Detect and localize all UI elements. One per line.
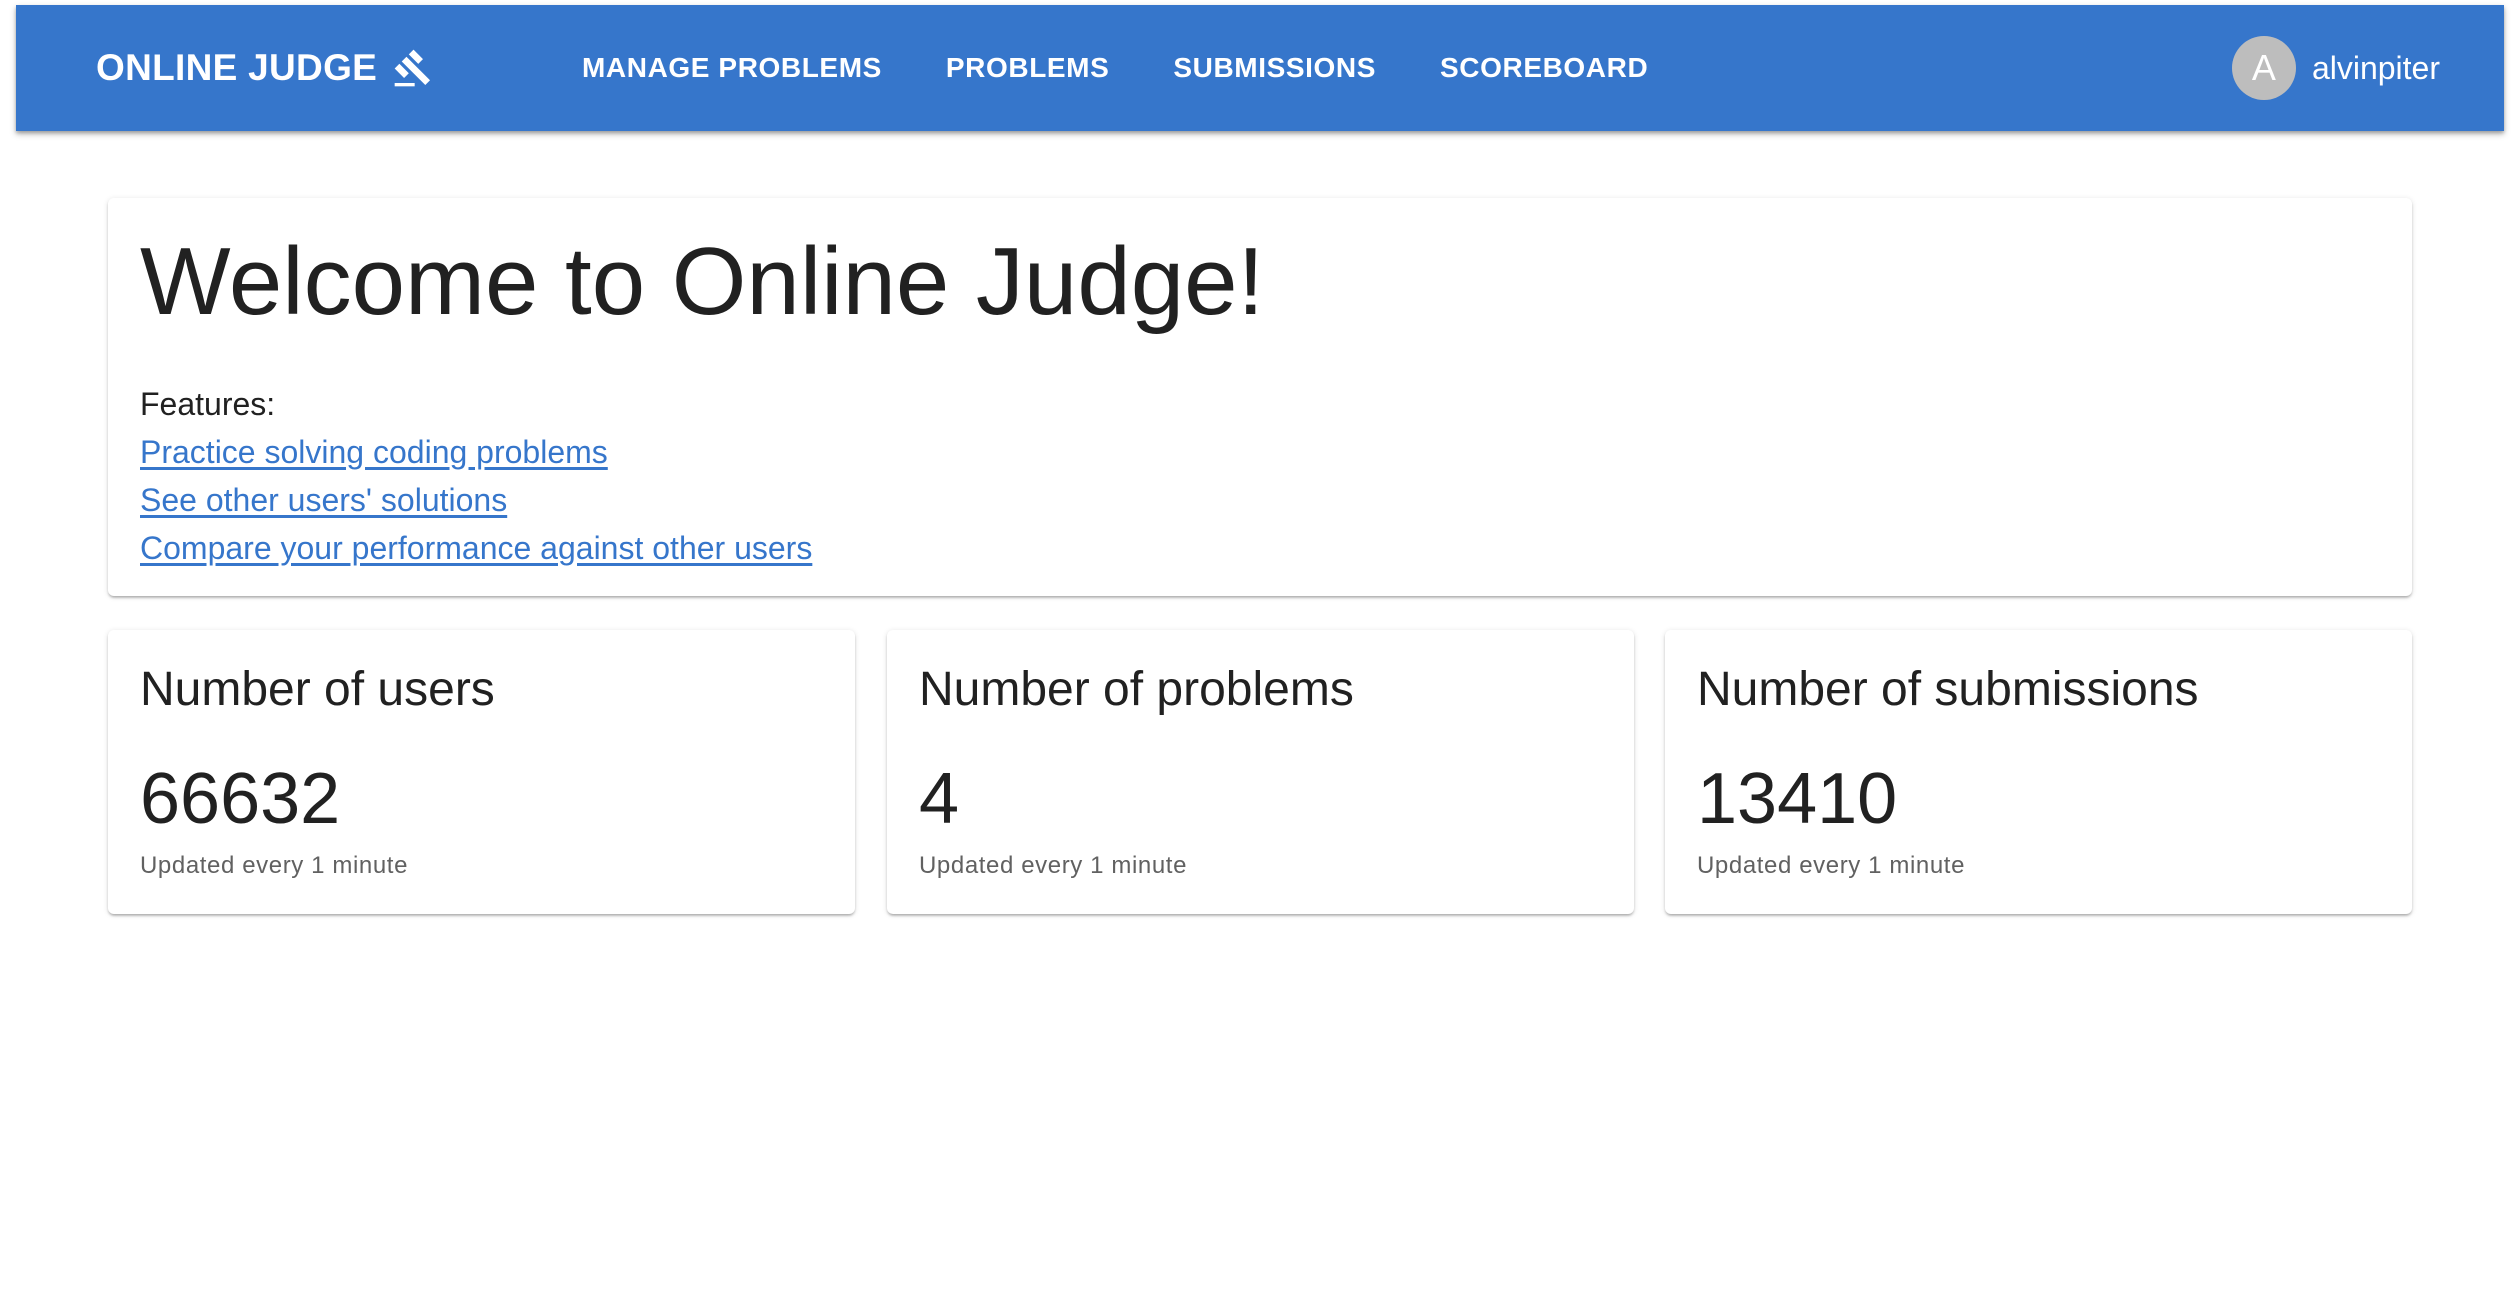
- stat-title: Number of submissions: [1697, 663, 2199, 716]
- stat-value: 66632: [140, 759, 341, 839]
- stat-update-note: Updated every 1 minute: [140, 852, 409, 879]
- user-menu[interactable]: A alvinpiter: [2231, 5, 2440, 131]
- main-nav: MANAGE PROBLEMS PROBLEMS SUBMISSIONS SCO…: [550, 5, 1680, 131]
- app-bar: ONLINE JUDGE MANAGE PROBLEMS PROBLEMS SU…: [16, 5, 2504, 131]
- nav-scoreboard[interactable]: SCOREBOARD: [1408, 32, 1680, 104]
- stat-card-submissions: Number of submissions 13410 Updated ever…: [1665, 630, 2412, 914]
- stat-update-note: Updated every 1 minute: [1697, 852, 1966, 879]
- nav-submissions[interactable]: SUBMISSIONS: [1141, 32, 1408, 104]
- brand-title: ONLINE JUDGE: [96, 47, 378, 88]
- stat-value: 13410: [1697, 759, 1898, 839]
- feature-link-solutions[interactable]: See other users' solutions: [140, 476, 507, 524]
- nav-manage-problems[interactable]: MANAGE PROBLEMS: [550, 32, 914, 104]
- username[interactable]: alvinpiter: [2312, 50, 2440, 87]
- stat-update-note: Updated every 1 minute: [919, 852, 1188, 879]
- welcome-card: Welcome to Online Judge! Features: Pract…: [108, 198, 2412, 596]
- stat-card-users: Number of users 66632 Updated every 1 mi…: [108, 630, 855, 914]
- brand-logo-link[interactable]: ONLINE JUDGE: [96, 5, 433, 131]
- nav-problems[interactable]: PROBLEMS: [914, 32, 1141, 104]
- stat-title: Number of users: [140, 663, 495, 716]
- feature-link-compare[interactable]: Compare your performance against other u…: [140, 524, 812, 572]
- stat-title: Number of problems: [919, 663, 1354, 716]
- feature-link-practice[interactable]: Practice solving coding problems: [140, 428, 608, 476]
- page-title: Welcome to Online Judge!: [140, 228, 1265, 335]
- stat-value: 4: [919, 759, 960, 839]
- stat-card-problems: Number of problems 4 Updated every 1 min…: [887, 630, 1634, 914]
- avatar[interactable]: A: [2231, 36, 2296, 100]
- gavel-icon: [393, 48, 433, 88]
- features-label: Features:: [140, 386, 276, 422]
